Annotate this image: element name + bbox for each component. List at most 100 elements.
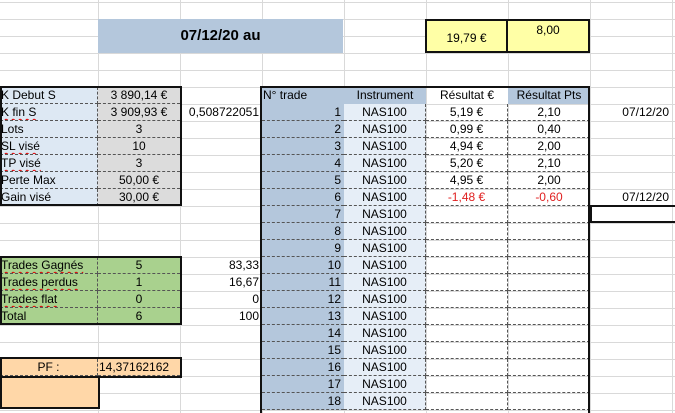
stats-label[interactable]: Trades Gagnés [0, 257, 98, 274]
trade-instrument[interactable]: NAS100 [344, 138, 426, 155]
summary-label[interactable]: TP visé [0, 155, 98, 172]
result-eur-header[interactable]: Résultat € [426, 87, 508, 104]
summary-value[interactable]: 50,00 € [98, 172, 180, 189]
trade-result-pts[interactable] [508, 240, 590, 257]
stats-value[interactable]: 1 [98, 274, 180, 291]
stats-label[interactable]: Trades flat [0, 291, 98, 308]
trade-number[interactable]: 12 [262, 291, 344, 308]
trade-result-pts[interactable]: 2,00 [508, 138, 590, 155]
stats-value[interactable]: 0 [98, 291, 180, 308]
trade-number[interactable]: 9 [262, 240, 344, 257]
trade-instrument[interactable]: NAS100 [344, 206, 426, 223]
trade-instrument[interactable]: NAS100 [344, 155, 426, 172]
summary-value[interactable]: 3 890,14 € [98, 87, 180, 104]
trade-instrument[interactable]: NAS100 [344, 104, 426, 121]
stats-label[interactable]: Total [0, 308, 98, 325]
trade-result-eur[interactable] [426, 223, 508, 240]
trade-number[interactable]: 17 [262, 376, 344, 393]
trade-result-eur[interactable] [426, 308, 508, 325]
trade-result-eur[interactable] [426, 257, 508, 274]
trade-instrument[interactable]: NAS100 [344, 223, 426, 240]
trade-instrument[interactable]: NAS100 [344, 291, 426, 308]
result-pts-header[interactable]: Résultat Pts [508, 87, 590, 104]
stats-value[interactable]: 5 [98, 257, 180, 274]
trade-instrument[interactable]: NAS100 [344, 376, 426, 393]
trade-result-pts[interactable] [508, 291, 590, 308]
summary-label[interactable]: K fin S [0, 104, 98, 121]
trade-result-eur[interactable]: 5,19 € [426, 104, 508, 121]
trade-result-pts[interactable] [508, 325, 590, 342]
trade-date[interactable]: 07/12/20 [590, 189, 672, 206]
summary-label[interactable]: K Debut S [0, 87, 98, 104]
summary-value[interactable]: 3 909,93 € [98, 104, 180, 121]
trade-instrument[interactable]: NAS100 [344, 359, 426, 376]
trade-instrument[interactable]: NAS100 [344, 274, 426, 291]
trade-result-pts[interactable]: -0,60 [508, 189, 590, 206]
trade-result-pts[interactable] [508, 223, 590, 240]
trade-result-eur[interactable] [426, 325, 508, 342]
summary-label[interactable]: SL visé [0, 138, 98, 155]
trade-number[interactable]: 7 [262, 206, 344, 223]
trade-number[interactable]: 13 [262, 308, 344, 325]
stats-percent[interactable]: 16,67 [180, 274, 262, 291]
trade-instrument[interactable]: NAS100 [344, 393, 426, 410]
trade-result-eur[interactable] [426, 240, 508, 257]
summary-value[interactable]: 10 [98, 138, 180, 155]
pf-label[interactable]: PF : [0, 359, 98, 376]
trade-instrument[interactable]: NAS100 [344, 308, 426, 325]
trade-result-eur[interactable] [426, 291, 508, 308]
trade-number[interactable]: 4 [262, 155, 344, 172]
stats-label[interactable]: Trades perdus [0, 274, 98, 291]
summary-label[interactable]: Lots [0, 121, 98, 138]
trade-result-pts[interactable]: 2,10 [508, 104, 590, 121]
pf-empty-cell[interactable] [0, 376, 98, 408]
trade-number[interactable]: 15 [262, 342, 344, 359]
trade-result-eur[interactable] [426, 376, 508, 393]
trade-result-pts[interactable] [508, 342, 590, 359]
trade-result-pts[interactable] [508, 274, 590, 291]
trade-result-eur[interactable]: 4,94 € [426, 138, 508, 155]
trade-instrument[interactable]: NAS100 [344, 257, 426, 274]
trade-number[interactable]: 3 [262, 138, 344, 155]
trade-result-eur[interactable]: 5,20 € [426, 155, 508, 172]
summary-value[interactable]: 3 [98, 121, 180, 138]
trade-number[interactable]: 14 [262, 325, 344, 342]
stats-percent[interactable]: 0 [180, 291, 262, 308]
spreadsheet-grid[interactable]: 07/12/20 au 19,79 € 8,00 K Debut S3 890,… [0, 0, 675, 413]
trade-number-header[interactable]: N° trade [262, 87, 344, 104]
trade-number[interactable]: 18 [262, 393, 344, 410]
trade-result-eur[interactable]: 4,95 € [426, 172, 508, 189]
pf-value[interactable]: 14,37162162 [98, 359, 180, 376]
stats-percent[interactable]: 100 [180, 308, 262, 325]
trade-result-pts[interactable] [508, 257, 590, 274]
trade-instrument[interactable]: NAS100 [344, 172, 426, 189]
summary-extra-value[interactable]: 0,508722051 [180, 104, 262, 121]
trade-result-pts[interactable]: 0,40 [508, 121, 590, 138]
trade-result-pts[interactable]: 2,00 [508, 172, 590, 189]
trade-date[interactable]: 07/12/20 [590, 104, 672, 121]
trade-instrument[interactable]: NAS100 [344, 240, 426, 257]
selected-cell-indicator[interactable] [590, 205, 675, 223]
summary-value[interactable]: 30,00 € [98, 189, 180, 206]
trade-result-pts[interactable] [508, 206, 590, 223]
trade-number[interactable]: 5 [262, 172, 344, 189]
trade-result-pts[interactable]: 2,10 [508, 155, 590, 172]
instrument-header[interactable]: Instrument [344, 87, 426, 104]
trade-number[interactable]: 1 [262, 104, 344, 121]
stats-percent[interactable]: 83,33 [180, 257, 262, 274]
total-gain-eur-cell[interactable]: 19,79 € [425, 19, 508, 53]
trade-number[interactable]: 8 [262, 223, 344, 240]
summary-label[interactable]: Gain visé [0, 189, 98, 206]
trade-result-pts[interactable] [508, 393, 590, 410]
trade-result-eur[interactable] [426, 274, 508, 291]
trade-number[interactable]: 6 [262, 189, 344, 206]
total-gain-pts-cell[interactable]: 8,00 [508, 19, 590, 53]
trade-result-eur[interactable]: -1,48 € [426, 189, 508, 206]
trade-instrument[interactable]: NAS100 [344, 342, 426, 359]
trade-number[interactable]: 10 [262, 257, 344, 274]
summary-label[interactable]: Perte Max [0, 172, 98, 189]
trade-number[interactable]: 2 [262, 121, 344, 138]
trade-instrument[interactable]: NAS100 [344, 189, 426, 206]
trade-number[interactable]: 11 [262, 274, 344, 291]
trade-result-eur[interactable] [426, 393, 508, 410]
